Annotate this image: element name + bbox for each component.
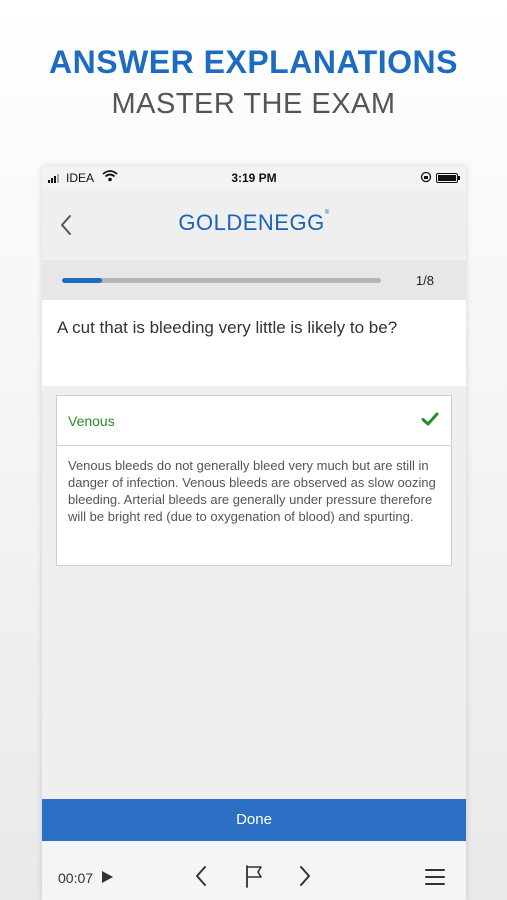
trademark-mark: ® [324, 210, 330, 216]
done-button[interactable]: Done [42, 799, 466, 841]
question-card: A cut that is bleeding very little is li… [42, 300, 466, 386]
bottom-toolbar: 00:07 [42, 841, 466, 900]
nav-bar: GOLDENEGG® [42, 190, 466, 260]
status-time: 3:19 PM [231, 171, 277, 185]
menu-icon[interactable] [424, 867, 446, 887]
phone-screen: IDEA 3:19 PM GOLDENEGG® 1/8 A cut that i… [42, 166, 466, 900]
previous-question-icon[interactable] [192, 863, 212, 889]
status-bar: IDEA 3:19 PM [42, 166, 466, 190]
promo-subline: MASTER THE EXAM [111, 88, 396, 120]
battery-icon [436, 173, 460, 183]
next-question-icon[interactable] [294, 863, 314, 889]
answer-option-correct[interactable]: Venous [57, 396, 451, 446]
flag-icon[interactable] [242, 863, 266, 889]
progress-count: 1/8 [415, 273, 434, 288]
timer-label: 00:07 [58, 870, 94, 886]
progress-fill [62, 278, 102, 283]
progress-section: 1/8 [42, 260, 466, 300]
play-icon[interactable] [100, 870, 114, 884]
answer-box: Venous Venous bleeds do not generally bl… [56, 395, 452, 566]
progress-bar [62, 278, 381, 283]
orientation-lock-icon [420, 171, 432, 183]
question-text: A cut that is bleeding very little is li… [57, 318, 398, 337]
checkmark-icon [421, 412, 439, 426]
promo-headline: ANSWER EXPLANATIONS [49, 44, 458, 80]
answer-explanation: Venous bleeds do not generally bleed ver… [68, 458, 436, 524]
answer-label: Venous [68, 413, 115, 429]
brand-logo: GOLDENEGG® [178, 210, 330, 235]
